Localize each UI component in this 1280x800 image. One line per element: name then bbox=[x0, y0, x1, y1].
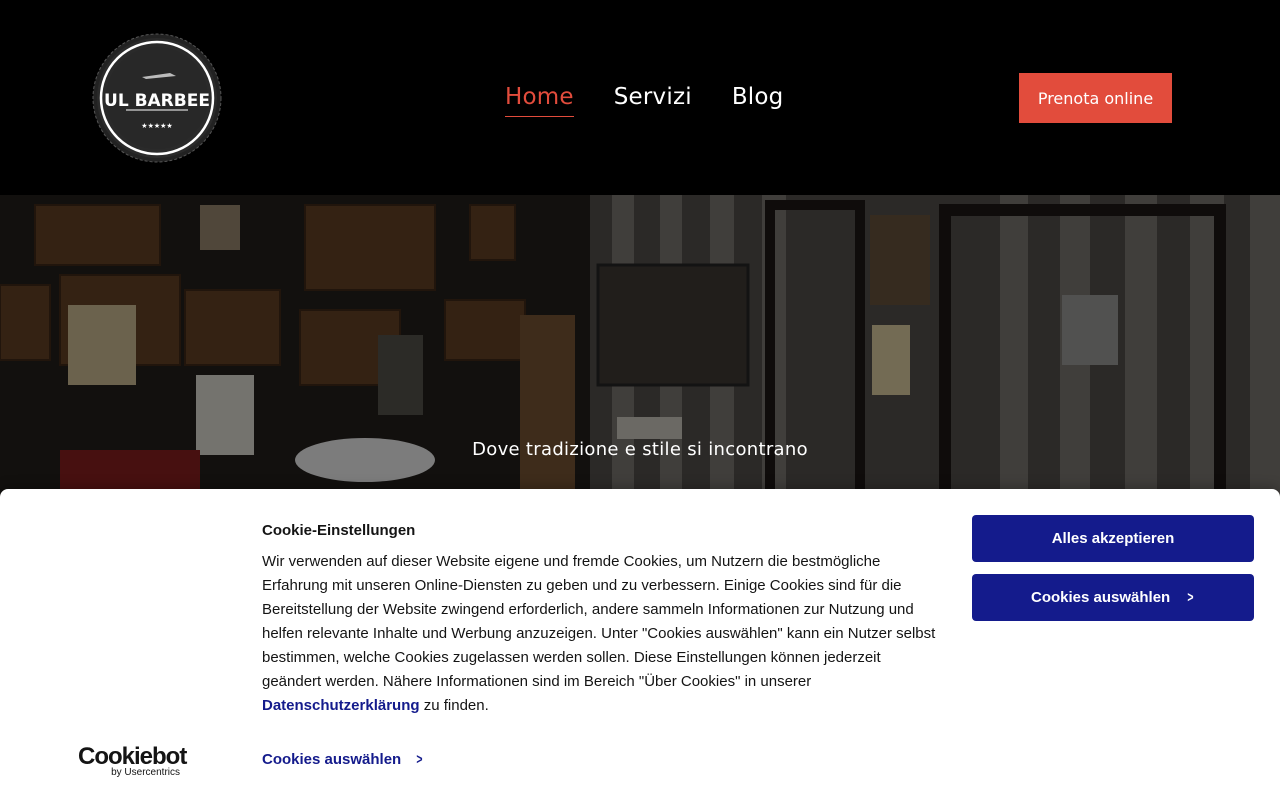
cookies-select-link-label: Cookies auswählen bbox=[262, 751, 402, 768]
hero-tagline: Dove tradizione e stile si incontrano bbox=[472, 439, 808, 460]
accept-all-label: Alles akzeptieren bbox=[1051, 530, 1175, 547]
cookie-description: Wir verwenden auf dieser Website eigene … bbox=[262, 550, 942, 718]
nav-item-home[interactable]: Home bbox=[505, 84, 574, 117]
cookiebot-brand: Cookiebot bbox=[78, 743, 187, 770]
site-header: UL BARBEE ★★★★★ Home Servizi Blog Prenot… bbox=[0, 0, 1280, 195]
cookie-title: Cookie-Einstellungen bbox=[262, 522, 416, 539]
select-cookies-label: Cookies auswählen bbox=[1031, 589, 1171, 606]
nav-item-servizi[interactable]: Servizi bbox=[614, 84, 692, 117]
cookies-select-link[interactable]: Cookies auswählen > bbox=[262, 751, 424, 768]
accept-all-button[interactable]: Alles akzeptieren bbox=[972, 515, 1254, 562]
cookie-text-part2: zu finden. bbox=[419, 697, 489, 714]
book-online-button[interactable]: Prenota online bbox=[1019, 73, 1172, 123]
main-nav: Home Servizi Blog bbox=[505, 84, 783, 117]
logo-text: UL BARBEE bbox=[104, 91, 210, 111]
cookie-text-part1: Wir verwenden auf dieser Website eigene … bbox=[262, 553, 936, 690]
logo[interactable]: UL BARBEE ★★★★★ bbox=[90, 33, 224, 163]
select-cookies-button[interactable]: Cookies auswählen > bbox=[972, 574, 1254, 621]
chevron-right-icon: > bbox=[416, 751, 423, 768]
cookiebot-logo[interactable]: Cookiebot by Usercentrics bbox=[78, 743, 187, 779]
logo-stars: ★★★★★ bbox=[141, 122, 172, 130]
cookie-banner: Cookie-Einstellungen Wir verwenden auf d… bbox=[0, 489, 1280, 800]
chevron-right-icon: > bbox=[1187, 589, 1194, 606]
nav-item-blog[interactable]: Blog bbox=[732, 84, 784, 117]
privacy-policy-link[interactable]: Datenschutzerklärung bbox=[262, 697, 420, 714]
